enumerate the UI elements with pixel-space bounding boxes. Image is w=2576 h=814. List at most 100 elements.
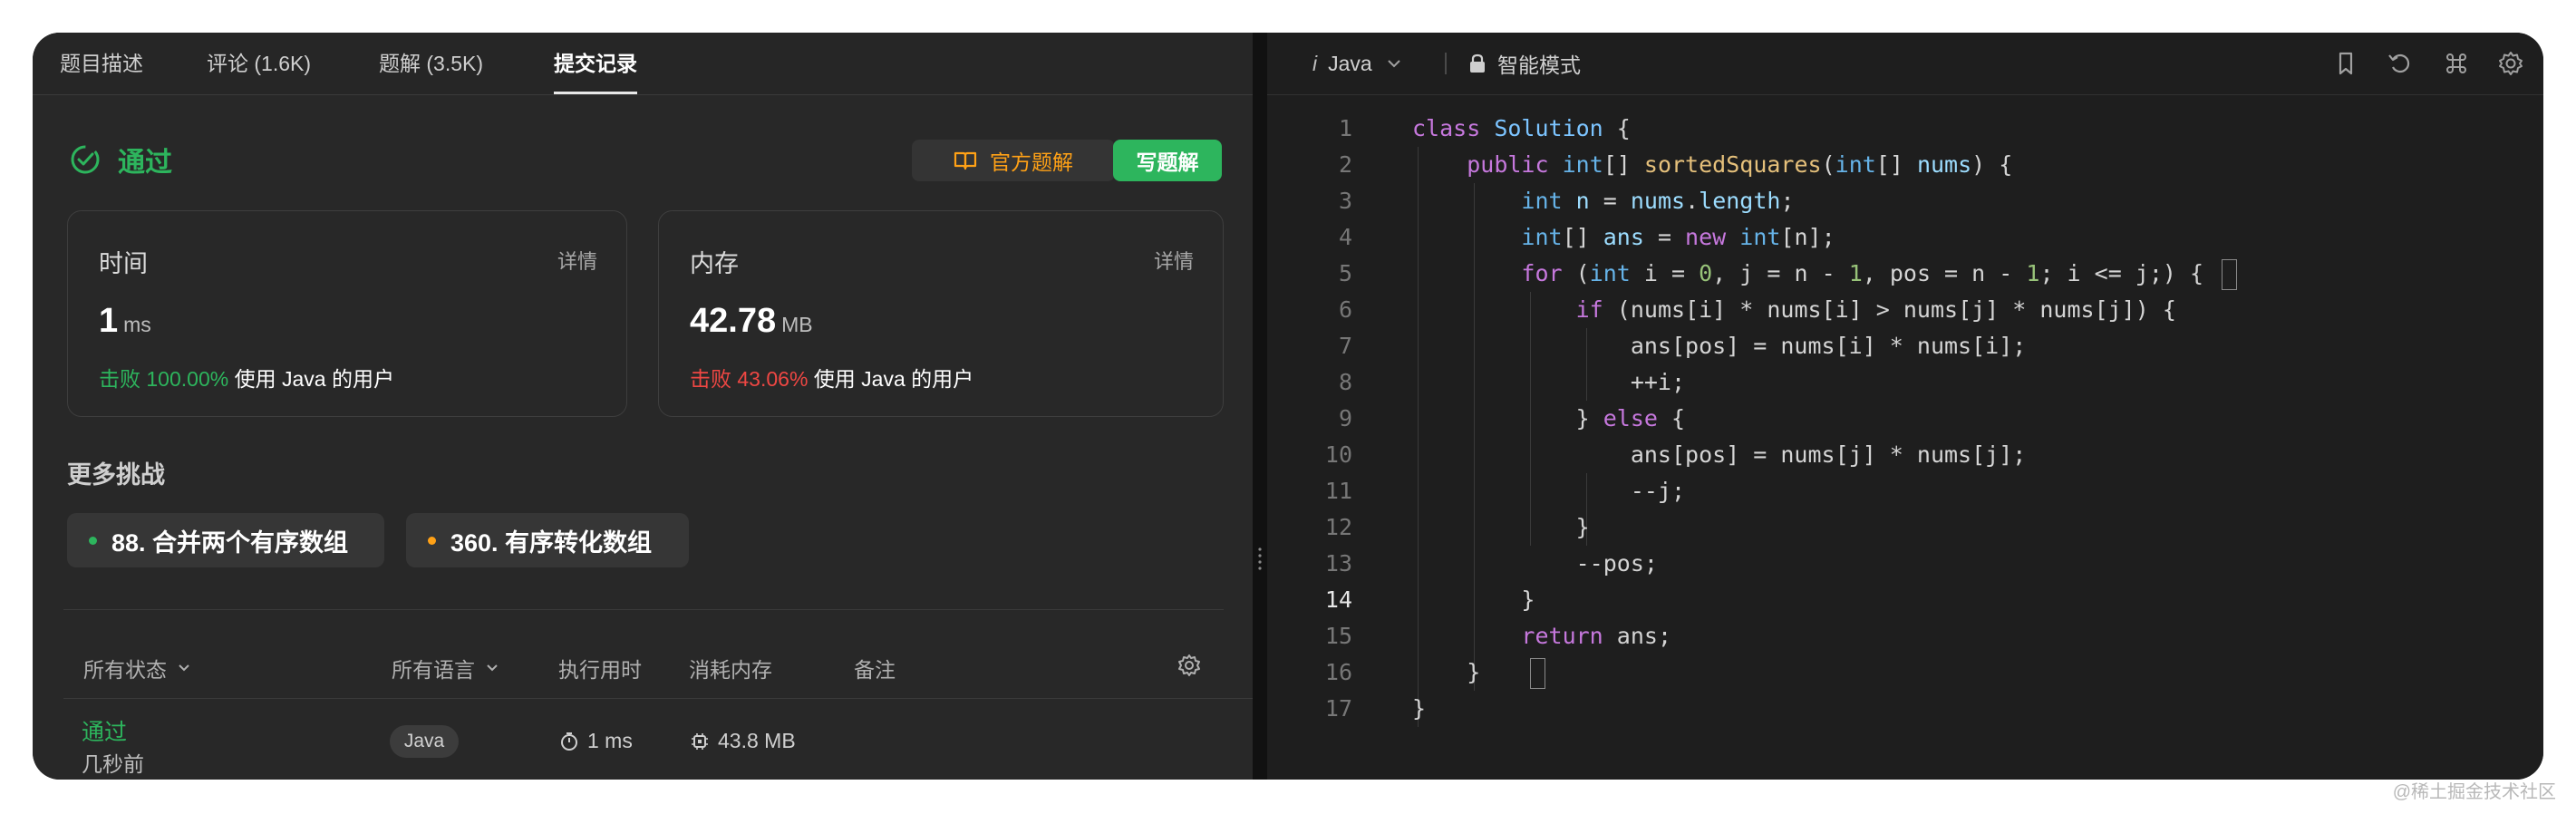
check-circle-icon (71, 145, 100, 174)
challenge-dot (428, 536, 436, 545)
write-solution-button[interactable]: 写题解 (1113, 140, 1222, 181)
row-memory-value: 43.8 MB (718, 729, 796, 752)
line-number: 2 (1338, 151, 1352, 178)
line-number: 7 (1338, 333, 1352, 359)
gear-icon[interactable] (1177, 653, 1202, 678)
line-number: 9 (1338, 405, 1352, 431)
memory-number: 42.78 (690, 302, 777, 340)
filter-status[interactable]: 所有状态 (83, 653, 192, 683)
drag-handle-icon[interactable] (1258, 546, 1262, 573)
code-line: int n = nums.length; (1521, 188, 1795, 214)
status-text: 通过 (118, 148, 172, 178)
code-line: ++i; (1412, 369, 1686, 395)
runtime-detail-link[interactable]: 详情 (557, 246, 597, 275)
code-line: int[] ans = new int[n]; (1521, 224, 1835, 250)
memory-card: 内存 详情 42.78 MB 击败 43.06% 使用 Java 的用户 (658, 210, 1224, 417)
memory-beat-suffix: 使用 Java 的用户 (813, 367, 974, 391)
tab-bar: 题目描述 评论 (1.6K) 题解 (3.5K) 提交记录 (33, 33, 1253, 95)
watermark: @稀土掘金技术社区 (2392, 782, 2556, 802)
more-challenges-title: 更多挑战 (67, 461, 165, 489)
tab-submissions[interactable]: 提交记录 (554, 33, 637, 94)
tab-solutions[interactable]: 题解 (3.5K) (379, 33, 483, 94)
code-line: } (1412, 659, 1481, 685)
code-line: --j; (1412, 478, 1686, 504)
code-line: public int[] sortedSquares(int[] nums) { (1467, 151, 2013, 178)
row-language-badge: Java (390, 725, 459, 758)
smart-mode[interactable]: 智能模式 (1468, 33, 1581, 94)
code-line: ans[pos] = nums[j] * nums[j]; (1412, 441, 2027, 468)
line-number: 15 (1324, 623, 1352, 649)
tab-comments[interactable]: 评论 (1.6K) (207, 33, 311, 94)
language-info-icon: i (1312, 51, 1318, 75)
row-status[interactable]: 通过 (82, 714, 127, 747)
row-runtime: 1 ms (558, 729, 633, 753)
lock-icon (1470, 53, 1485, 73)
memory-detail-link[interactable]: 详情 (1154, 246, 1194, 275)
challenge-dot (89, 536, 97, 545)
line-number: 13 (1324, 550, 1352, 577)
runtime-beat-suffix: 使用 Java 的用户 (234, 367, 394, 391)
divider (63, 609, 1224, 610)
challenge-chip-88[interactable]: 88. 合并两个有序数组 (67, 513, 384, 567)
runtime-card: 时间 详情 1 ms 击败 100.00% 使用 Java 的用户 (67, 210, 627, 417)
code-line: } (1412, 695, 1427, 722)
line-number: 10 (1324, 441, 1352, 468)
chevron-down-icon (1388, 60, 1400, 68)
toolbar-separator (1445, 53, 1447, 74)
line-number: 14 (1324, 586, 1352, 613)
line-number: 3 (1338, 188, 1352, 214)
memory-beat-percent: 击败 43.06% (690, 367, 809, 391)
chip-icon (692, 732, 708, 750)
bookmark-icon[interactable] (2331, 49, 2360, 78)
filter-status-label: 所有状态 (83, 658, 167, 682)
runtime-card-title: 时间 (99, 250, 148, 277)
bracket-match-open (2222, 259, 2237, 290)
runtime-unit: ms (123, 313, 151, 336)
table-header-divider (63, 698, 1258, 699)
memory-value: 42.78 MB (690, 302, 813, 341)
line-number: 8 (1338, 369, 1352, 395)
stopwatch-icon (561, 732, 577, 751)
line-number: 17 (1324, 695, 1352, 722)
editor-toolbar: i Java 智能模式 (1267, 33, 2543, 95)
code-line: for (int i = 0, j = n - 1, pos = n - 1; … (1521, 260, 2204, 286)
official-solution-button[interactable]: 官方题解 (912, 140, 1115, 181)
language-selector[interactable]: i Java (1312, 33, 1403, 94)
header-memory: 消耗内存 (689, 658, 772, 682)
runtime-value: 1 ms (99, 302, 151, 341)
smart-mode-label: 智能模式 (1497, 53, 1581, 77)
challenge-label: 88. 合并两个有序数组 (111, 528, 349, 557)
code-editor-panel: i Java 智能模式 1 2 3 4 5 6 7 8 9 10 11 12 1… (1267, 33, 2543, 780)
challenge-chip-360[interactable]: 360. 有序转化数组 (406, 513, 689, 567)
line-number: 4 (1338, 224, 1352, 250)
line-number: 6 (1338, 296, 1352, 323)
chevron-down-icon (179, 664, 189, 672)
command-icon[interactable] (2442, 49, 2471, 78)
panel-splitter[interactable] (1253, 33, 1267, 780)
runtime-beat: 击败 100.00% 使用 Java 的用户 (99, 362, 394, 392)
line-number: 5 (1338, 260, 1352, 286)
code-line: ans[pos] = nums[i] * nums[i]; (1412, 333, 2027, 359)
line-number: 16 (1324, 659, 1352, 685)
reset-icon[interactable] (2386, 49, 2415, 78)
row-time-ago: 几秒前 (82, 752, 144, 776)
left-panel: 题目描述 评论 (1.6K) 题解 (3.5K) 提交记录 通过 官方题解 写题… (33, 33, 1258, 780)
submission-status: 通过 (69, 141, 172, 178)
memory-card-title: 内存 (690, 250, 739, 277)
bracket-match-close (1530, 658, 1545, 689)
official-solution-label: 官方题解 (990, 150, 1073, 174)
code-line: } (1412, 514, 1590, 540)
line-number: 1 (1338, 115, 1352, 141)
row-runtime-value: 1 ms (587, 729, 633, 752)
filter-language-label: 所有语言 (392, 658, 475, 682)
app-window: 题目描述 评论 (1.6K) 题解 (3.5K) 提交记录 通过 官方题解 写题… (33, 33, 2543, 780)
settings-gear-icon[interactable] (2496, 49, 2525, 78)
book-icon (954, 151, 977, 170)
tab-description[interactable]: 题目描述 (60, 33, 143, 94)
runtime-number: 1 (99, 302, 119, 340)
line-number: 11 (1324, 478, 1352, 504)
filter-language[interactable]: 所有语言 (392, 653, 500, 683)
code-line: } else { (1412, 405, 1686, 431)
code-line: --pos; (1412, 550, 1658, 577)
chevron-down-icon (487, 664, 498, 672)
